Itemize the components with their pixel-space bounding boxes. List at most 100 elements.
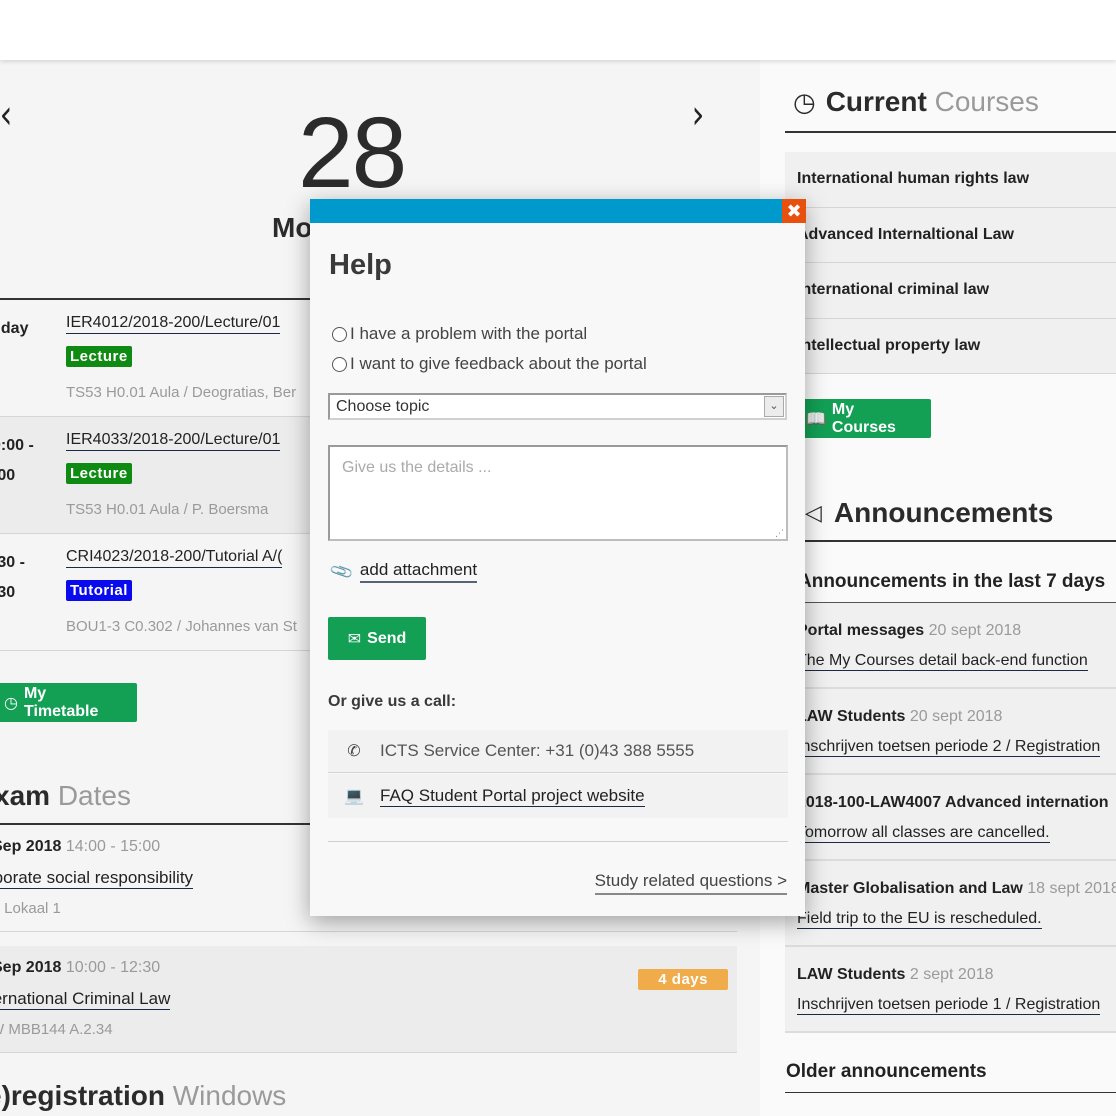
modal-title-bar: ✖ bbox=[310, 199, 806, 223]
announcement-item: Portal messages 20 sept 2018 The My Cour… bbox=[785, 603, 1116, 689]
divider bbox=[785, 1092, 1116, 1093]
event-time: :30 - :30 bbox=[0, 548, 52, 608]
book-icon: 📖 bbox=[806, 410, 826, 428]
contact-phone: ✆ ICTS Service Center: +31 (0)43 388 555… bbox=[328, 730, 788, 773]
radio-problem[interactable]: I have a problem with the portal bbox=[332, 324, 587, 344]
exam-date: Sep 2018 bbox=[0, 959, 62, 976]
announcement-item: LAW Students 20 sept 2018 Inschrijven to… bbox=[785, 689, 1116, 775]
study-related-questions-link[interactable]: Study related questions > bbox=[594, 871, 787, 895]
close-icon[interactable]: ✖ bbox=[782, 199, 806, 223]
course-item[interactable]: Intellectual property law bbox=[785, 318, 1116, 374]
announcement-link[interactable]: Tomorrow all classes are cancelled. bbox=[797, 824, 1050, 843]
topic-select[interactable]: Choose topic ⌄ bbox=[328, 393, 787, 420]
event-type-badge: Tutorial bbox=[66, 580, 132, 601]
announcement-link[interactable]: Inschrijven toetsen periode 1 / Registra… bbox=[797, 996, 1101, 1015]
announcement-list: Portal messages 20 sept 2018 The My Cour… bbox=[785, 603, 1116, 1033]
send-label: Send bbox=[367, 629, 407, 647]
event-code-link[interactable]: CRI4023/2018-200/Tutorial A/( bbox=[66, 548, 283, 568]
event-code-link[interactable]: IER4033/2018-200/Lecture/01 bbox=[66, 431, 281, 451]
my-timetable-label: My Timetable bbox=[23, 684, 99, 720]
announcement-source: 2018-100-LAW4007 Advanced internation bbox=[797, 794, 1109, 812]
dereg-title-bold: e)registration bbox=[0, 1080, 165, 1111]
event-time: l day bbox=[0, 320, 29, 337]
megaphone-icon: ◁ bbox=[805, 500, 822, 525]
clock-icon: ◷ bbox=[4, 694, 18, 712]
announcement-item: Master Globalisation and Law 18 sept 201… bbox=[785, 861, 1116, 947]
exam-room: W MBB144 A.2.34 bbox=[0, 1021, 113, 1038]
courses-title-light: Courses bbox=[934, 86, 1039, 117]
help-modal: ✖ Help I have a problem with the portal … bbox=[310, 199, 806, 916]
send-button[interactable]: ✉ Send bbox=[328, 617, 426, 660]
announcement-source-name: LAW Students bbox=[797, 708, 906, 725]
announcement-date: 18 sept 2018 bbox=[1027, 880, 1116, 897]
exam-room: E Lokaal 1 bbox=[0, 900, 61, 917]
event-location: BOU1-3 C0.302 / Johannes van St bbox=[66, 618, 297, 635]
modal-title: Help bbox=[329, 249, 392, 281]
radio-button[interactable] bbox=[332, 356, 347, 372]
event-time-end: :00 bbox=[0, 467, 16, 484]
laptop-icon: 💻 bbox=[344, 788, 364, 805]
exam-course-link[interactable]: ternational Criminal Law bbox=[0, 989, 171, 1010]
my-courses-label: My Courses bbox=[831, 400, 896, 436]
exam-datetime: Sep 2018 14:00 - 15:00 bbox=[0, 838, 160, 856]
event-time: 0:00 - :00 bbox=[0, 431, 52, 491]
announcement-link[interactable]: The My Courses detail back-end function bbox=[797, 652, 1088, 671]
contact-phone-text: ICTS Service Center: +31 (0)43 388 5555 bbox=[380, 741, 695, 760]
envelope-icon: ✉ bbox=[347, 630, 362, 648]
exam-item: Sep 2018 10:00 - 12:30 ternational Crimi… bbox=[0, 946, 737, 1053]
current-courses-title: ◷ Current Courses bbox=[793, 86, 1039, 118]
course-item[interactable]: International human rights law bbox=[785, 152, 1116, 208]
days-remaining-badge: 4 days bbox=[638, 969, 728, 990]
announcement-source: LAW Students 20 sept 2018 bbox=[797, 708, 1002, 726]
announcement-source-name: 2018-100-LAW4007 Advanced internation bbox=[797, 794, 1109, 811]
add-attachment-link[interactable]: add attachment bbox=[359, 560, 478, 583]
announcement-link[interactable]: Field trip to the EU is rescheduled. bbox=[797, 910, 1042, 929]
my-timetable-button[interactable]: ◷ My Timetable bbox=[0, 683, 137, 722]
radio-label: I want to give feedback about the portal bbox=[350, 354, 647, 373]
announcement-date: 20 sept 2018 bbox=[928, 622, 1022, 639]
announcement-source: Portal messages 20 sept 2018 bbox=[797, 622, 1021, 640]
event-location: TS53 H0.01 Aula / Deogratias, Ber bbox=[66, 384, 297, 401]
contact-website: 💻 FAQ Student Portal project website bbox=[328, 774, 788, 818]
call-label: Or give us a call: bbox=[328, 693, 457, 710]
course-item[interactable]: Advanced Internaltional Law bbox=[785, 207, 1116, 263]
announcements-title: ◁ Announcements bbox=[805, 497, 1053, 529]
deregistration-windows-title: e)registration Windows bbox=[0, 1080, 286, 1112]
exam-hours: 14:00 - 15:00 bbox=[65, 838, 161, 855]
event-time-end: :30 bbox=[0, 584, 16, 601]
divider bbox=[785, 540, 1116, 542]
announcement-source-name: Master Globalisation and Law bbox=[797, 880, 1023, 897]
radio-button[interactable] bbox=[332, 326, 347, 342]
previous-day-button[interactable]: ‹ bbox=[0, 92, 12, 138]
next-day-button[interactable]: › bbox=[692, 92, 705, 138]
announcement-source-name: LAW Students bbox=[797, 966, 906, 983]
event-type-badge: Lecture bbox=[66, 463, 132, 484]
event-code-link[interactable]: IER4012/2018-200/Lecture/01 bbox=[66, 314, 281, 334]
event-type-badge: Lecture bbox=[66, 346, 132, 367]
phone-icon: ✆ bbox=[347, 743, 361, 760]
details-textarea[interactable]: Give us the details ... ⋰ bbox=[328, 445, 788, 541]
faq-website-link[interactable]: FAQ Student Portal project website bbox=[380, 786, 645, 807]
top-header-bar bbox=[0, 0, 1116, 60]
announcement-item: 2018-100-LAW4007 Advanced internation To… bbox=[785, 775, 1116, 861]
exam-date: Sep 2018 bbox=[0, 838, 62, 855]
date-weekday: Mo bbox=[272, 212, 313, 243]
announcement-date: 2 sept 2018 bbox=[909, 966, 994, 983]
my-courses-button[interactable]: 📖 My Courses bbox=[800, 399, 931, 438]
event-time-start: :30 - bbox=[0, 554, 25, 571]
radio-feedback[interactable]: I want to give feedback about the portal bbox=[332, 354, 647, 374]
courses-title-bold: Current bbox=[825, 86, 927, 117]
exam-course-link[interactable]: rporate social responsibility bbox=[0, 868, 194, 889]
exam-title-bold: xam bbox=[0, 780, 51, 811]
resize-handle-icon[interactable]: ⋰ bbox=[775, 529, 784, 538]
event-time-start: 0:00 - bbox=[0, 437, 34, 454]
add-attachment[interactable]: 📎 add attachment bbox=[329, 560, 478, 584]
event-location: TS53 H0.01 Aula / P. Boersma bbox=[66, 501, 269, 518]
divider bbox=[785, 131, 1116, 133]
announcement-link[interactable]: Inschrijven toetsen periode 2 / Registra… bbox=[797, 738, 1101, 757]
exam-hours: 10:00 - 12:30 bbox=[65, 959, 161, 976]
older-announcements-heading[interactable]: Older announcements bbox=[786, 1061, 987, 1083]
course-item[interactable]: International criminal law bbox=[785, 263, 1116, 319]
chevron-down-icon[interactable]: ⌄ bbox=[764, 396, 784, 417]
dereg-title-light: Windows bbox=[172, 1080, 287, 1111]
